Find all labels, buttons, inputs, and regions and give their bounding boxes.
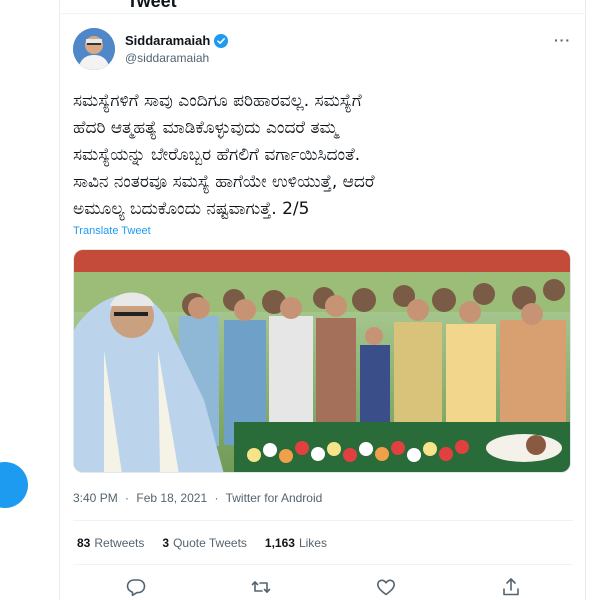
tweet-stats: 83 Retweets 3 Quote Tweets 1,163 Likes (77, 536, 327, 550)
tweet-time[interactable]: 3:40 PM (73, 491, 118, 505)
tweet-source[interactable]: Twitter for Android (226, 491, 323, 505)
quote-tweets-label: Quote Tweets (173, 536, 247, 550)
quote-tweets-stat[interactable]: 3 Quote Tweets (162, 536, 247, 550)
tweet-text-line: ಸಮಸ್ಯೆಯನ್ನು ಬೇರೊಬ್ಬರ ಹೆಗಲಿಗೆ ವರ್ಗಾಯಿಸಿದಂ… (73, 145, 361, 165)
reply-icon[interactable] (125, 576, 147, 598)
tweet-metadata: 3:40 PM · Feb 18, 2021 · Twitter for And… (73, 491, 326, 505)
tweet-photo[interactable] (73, 249, 571, 473)
likes-label: Likes (298, 536, 327, 550)
tweet-detail: Siddaramaiah @siddaramaiah ··· ಸಮಸ್ಯೆಗಳಿ… (61, 14, 585, 600)
avatar-image (73, 28, 115, 70)
tweet-text: ಸಮಸ್ಯೆಗಳಿಗೆ ಸಾವು ಎಂದಿಗೂ ಪರಿಹಾರವಲ್ಲ. ಸಮಸ್… (73, 88, 578, 223)
meta-separator: · (125, 491, 130, 505)
author-handle[interactable]: @siddaramaiah (125, 51, 228, 65)
retweets-label: Retweets (94, 536, 145, 550)
tweet-text-line: ಸಮಸ್ಯೆಗಳಿಗೆ ಸಾವು ಎಂದಿಗೂ ಪರಿಹಾರವಲ್ಲ. ಸಮಸ್… (73, 91, 362, 111)
divider (73, 564, 573, 565)
tweet-photo-image (74, 250, 570, 472)
share-icon[interactable] (500, 576, 522, 598)
like-icon[interactable] (375, 576, 397, 598)
author-info[interactable]: Siddaramaiah @siddaramaiah (125, 33, 229, 65)
retweets-count: 83 (77, 536, 91, 550)
more-options-icon[interactable]: ··· (554, 32, 571, 48)
left-navigation-rail (0, 0, 60, 600)
likes-stat[interactable]: 1,163 Likes (265, 536, 327, 550)
right-sidebar-edge (585, 0, 600, 600)
avatar[interactable] (73, 28, 115, 70)
page-title: Tweet (127, 0, 177, 11)
tweet-actions (73, 574, 573, 600)
retweets-stat[interactable]: 83 Retweets (77, 536, 144, 550)
page-header: Tweet (61, 0, 585, 14)
tweet-text-line: ಹೆದರಿ ಆತ್ಮಹತ್ಯೆ ಮಾಡಿಕೊಳ್ಳುವುದು ಎಂದರೆ ತಮ್… (73, 118, 338, 138)
likes-count: 1,163 (264, 536, 295, 550)
quote-tweets-count: 3 (162, 536, 170, 550)
tweet-text-line: ಅಮೂಲ್ಯ ಬದುಕೊಂದು ನಷ್ಟವಾಗುತ್ತೆ. 2/5 (73, 199, 310, 219)
compose-tweet-button[interactable] (0, 462, 28, 508)
translate-tweet-link[interactable]: Translate Tweet (73, 225, 151, 237)
verified-badge-icon (214, 33, 229, 48)
author-display-name[interactable]: Siddaramaiah (125, 33, 210, 48)
tweet-date[interactable]: Feb 18, 2021 (136, 491, 207, 505)
meta-separator: · (214, 491, 219, 505)
divider (73, 520, 573, 521)
retweet-icon[interactable] (250, 576, 272, 598)
tweet-text-line: ಸಾವಿನ ನಂತರವೂ ಸಮಸ್ಯೆ ಹಾಗೆಯೇ ಉಳಿಯುತ್ತೆ, ಆದ… (73, 172, 375, 192)
